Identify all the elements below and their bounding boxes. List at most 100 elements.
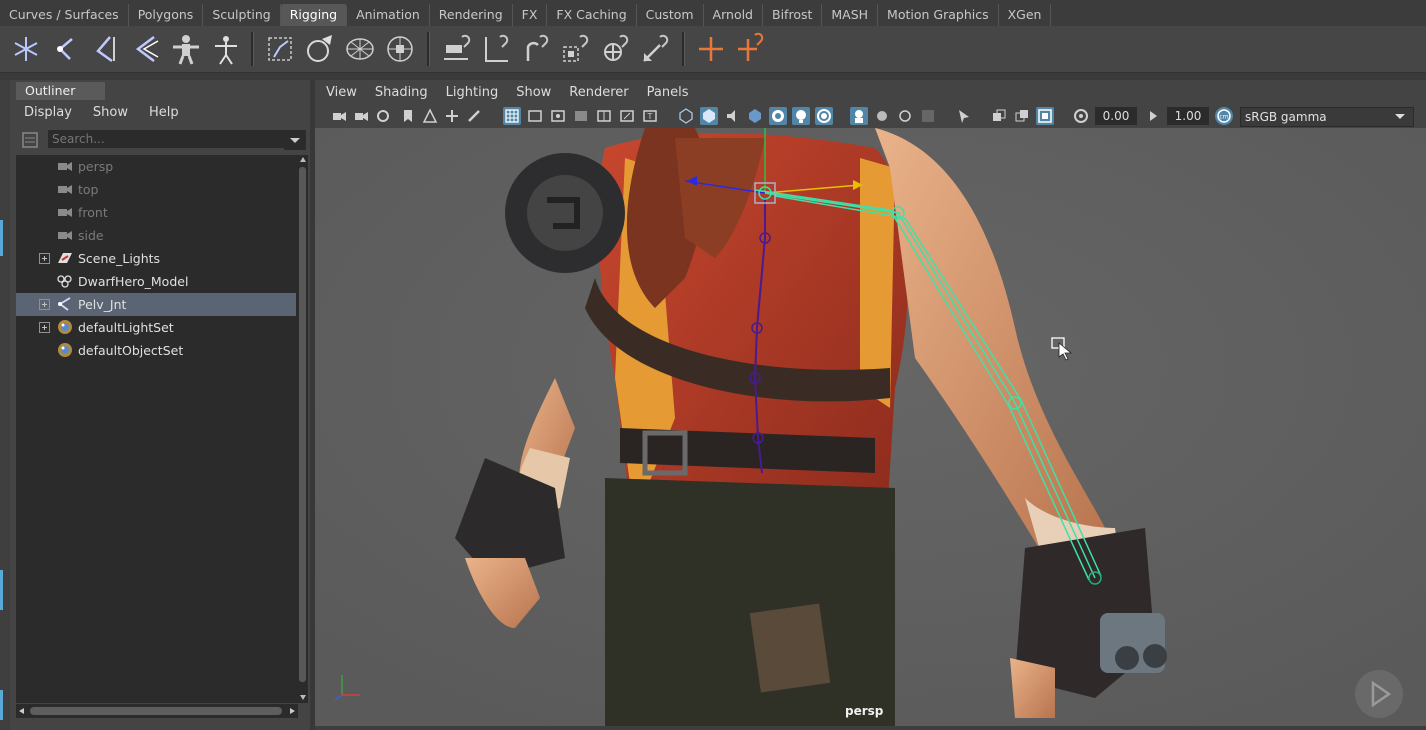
viewport-menu-view[interactable]: View (315, 85, 364, 100)
pole-vector-icon[interactable] (693, 31, 729, 67)
shelf-tab-arnold[interactable]: Arnold (704, 4, 763, 26)
outliner-tab[interactable]: Outliner (16, 82, 105, 100)
outliner-horizontal-scrollbar[interactable] (16, 704, 298, 718)
gamma-icon[interactable] (1144, 107, 1162, 125)
viewport-menu-renderer[interactable]: Renderer (558, 85, 635, 100)
outliner-item-top[interactable]: top (16, 178, 296, 201)
lattice-icon[interactable] (342, 31, 378, 67)
outliner-item-scene-lights[interactable]: Scene_Lights (16, 247, 296, 270)
scale-constraint-icon[interactable] (733, 31, 769, 67)
shelf-tab-xgen[interactable]: XGen (999, 4, 1052, 26)
outliner-item-defaultobjectset[interactable]: defaultObjectSet (16, 339, 296, 362)
outliner-item-side[interactable]: side (16, 224, 296, 247)
select-camera-icon[interactable] (330, 107, 348, 125)
expand-icon[interactable] (39, 253, 50, 264)
outliner-menu-help[interactable]: Help (136, 105, 187, 120)
viewport-canvas[interactable] (315, 128, 1426, 726)
xray-icon[interactable] (873, 107, 891, 125)
scroll-right-icon[interactable] (288, 707, 296, 715)
chevron-down-icon[interactable] (284, 130, 306, 150)
shelf-tab-custom[interactable]: Custom (637, 4, 704, 26)
safe-action-icon[interactable] (618, 107, 636, 125)
ambient-occlusion-icon[interactable] (815, 107, 833, 125)
expand-icon[interactable] (39, 322, 50, 333)
image-plane-icon[interactable] (421, 107, 439, 125)
two-d-pan-zoom-icon[interactable] (443, 107, 461, 125)
hud-icon[interactable] (1036, 107, 1054, 125)
safe-title-icon[interactable]: T (641, 107, 659, 125)
shelf-tab-mash[interactable]: MASH (822, 4, 879, 26)
bind-skin-icon[interactable] (262, 31, 298, 67)
smooth-shade-icon[interactable] (700, 107, 718, 125)
outliner-menu-display[interactable]: Display (11, 105, 80, 120)
textured-icon[interactable] (746, 107, 764, 125)
search-input[interactable] (48, 130, 288, 148)
xray-active-components-icon[interactable] (919, 107, 937, 125)
scroll-thumb[interactable] (30, 707, 282, 715)
wireframe-icon[interactable] (677, 107, 695, 125)
outliner-item-front[interactable]: front (16, 201, 296, 224)
chevron-down-icon[interactable] (1390, 107, 1410, 126)
mirror-joint-icon[interactable] (88, 31, 124, 67)
scroll-down-icon[interactable] (299, 693, 307, 701)
shelf-tab-curves-surfaces[interactable]: Curves / Surfaces (0, 4, 129, 26)
outliner-item-pelv-jnt[interactable]: Pelv_Jnt (16, 293, 296, 316)
shelf-tab-motion-graphics[interactable]: Motion Graphics (878, 4, 999, 26)
shelf-tab-animation[interactable]: Animation (347, 4, 430, 26)
select-tool-icon[interactable] (955, 107, 973, 125)
gate-mask-icon[interactable] (572, 107, 590, 125)
outliner-menu-show[interactable]: Show (80, 105, 136, 120)
motion-blur-icon[interactable] (1013, 107, 1031, 125)
gamma-field[interactable]: 1.00 (1167, 107, 1209, 125)
human-ik-icon[interactable] (208, 31, 244, 67)
paint-skin-weights-icon[interactable] (302, 31, 338, 67)
outliner-item-persp[interactable]: persp (16, 155, 296, 178)
shelf-tab-rendering[interactable]: Rendering (430, 4, 513, 26)
viewport-menu-show[interactable]: Show (505, 85, 558, 100)
filter-icon[interactable] (16, 129, 44, 151)
default-lighting-icon[interactable] (723, 107, 741, 125)
ik-handle-icon[interactable] (438, 31, 474, 67)
parent-constraint-icon[interactable] (518, 31, 554, 67)
ik-spline-icon[interactable] (478, 31, 514, 67)
shelf-tab-fx-caching[interactable]: FX Caching (547, 4, 637, 26)
grease-pencil-icon[interactable] (465, 107, 483, 125)
exposure-field[interactable]: 0.00 (1095, 107, 1137, 125)
shadows-icon[interactable] (792, 107, 810, 125)
film-gate-icon[interactable] (526, 107, 544, 125)
outliner-item-defaultlightset[interactable]: defaultLightSet (16, 316, 296, 339)
scroll-up-icon[interactable] (299, 156, 307, 164)
isolate-select-icon[interactable] (850, 107, 868, 125)
bookmark-icon[interactable] (399, 107, 417, 125)
camera-attributes-icon[interactable] (352, 107, 370, 125)
color-space-dropdown[interactable]: sRGB gamma (1240, 107, 1414, 127)
shelf-tab-rigging[interactable]: Rigging (280, 4, 348, 26)
outliner-vertical-scrollbar[interactable] (298, 155, 308, 703)
play-icon[interactable] (1353, 668, 1405, 720)
outliner-item-dwarfhero-model[interactable]: DwarfHero_Model (16, 270, 296, 293)
viewport-menu-lighting[interactable]: Lighting (435, 85, 506, 100)
point-constraint-icon[interactable] (558, 31, 594, 67)
expand-icon[interactable] (39, 299, 50, 310)
orient-constraint-icon[interactable] (598, 31, 634, 67)
use-all-lights-icon[interactable] (769, 107, 787, 125)
create-joints-icon[interactable] (8, 31, 44, 67)
grid-icon[interactable] (503, 107, 521, 125)
shelf-tab-fx[interactable]: FX (513, 4, 548, 26)
shelf-tab-polygons[interactable]: Polygons (129, 4, 204, 26)
insert-joint-icon[interactable] (48, 31, 84, 67)
shelf-tab-sculpting[interactable]: Sculpting (203, 4, 281, 26)
exposure-icon[interactable] (1072, 107, 1090, 125)
orient-joint-icon[interactable] (128, 31, 164, 67)
viewport-menu-panels[interactable]: Panels (636, 85, 696, 100)
resolution-gate-icon[interactable] (549, 107, 567, 125)
viewport-menu-shading[interactable]: Shading (364, 85, 435, 100)
xray-joints-icon[interactable] (896, 107, 914, 125)
quick-rig-icon[interactable] (168, 31, 204, 67)
aim-constraint-icon[interactable] (638, 31, 674, 67)
color-management-icon[interactable]: cm (1215, 107, 1233, 125)
bookmark-camera-icon[interactable] (374, 107, 392, 125)
shelf-tab-bifrost[interactable]: Bifrost (763, 4, 823, 26)
cluster-icon[interactable] (382, 31, 418, 67)
scroll-thumb[interactable] (299, 167, 306, 682)
